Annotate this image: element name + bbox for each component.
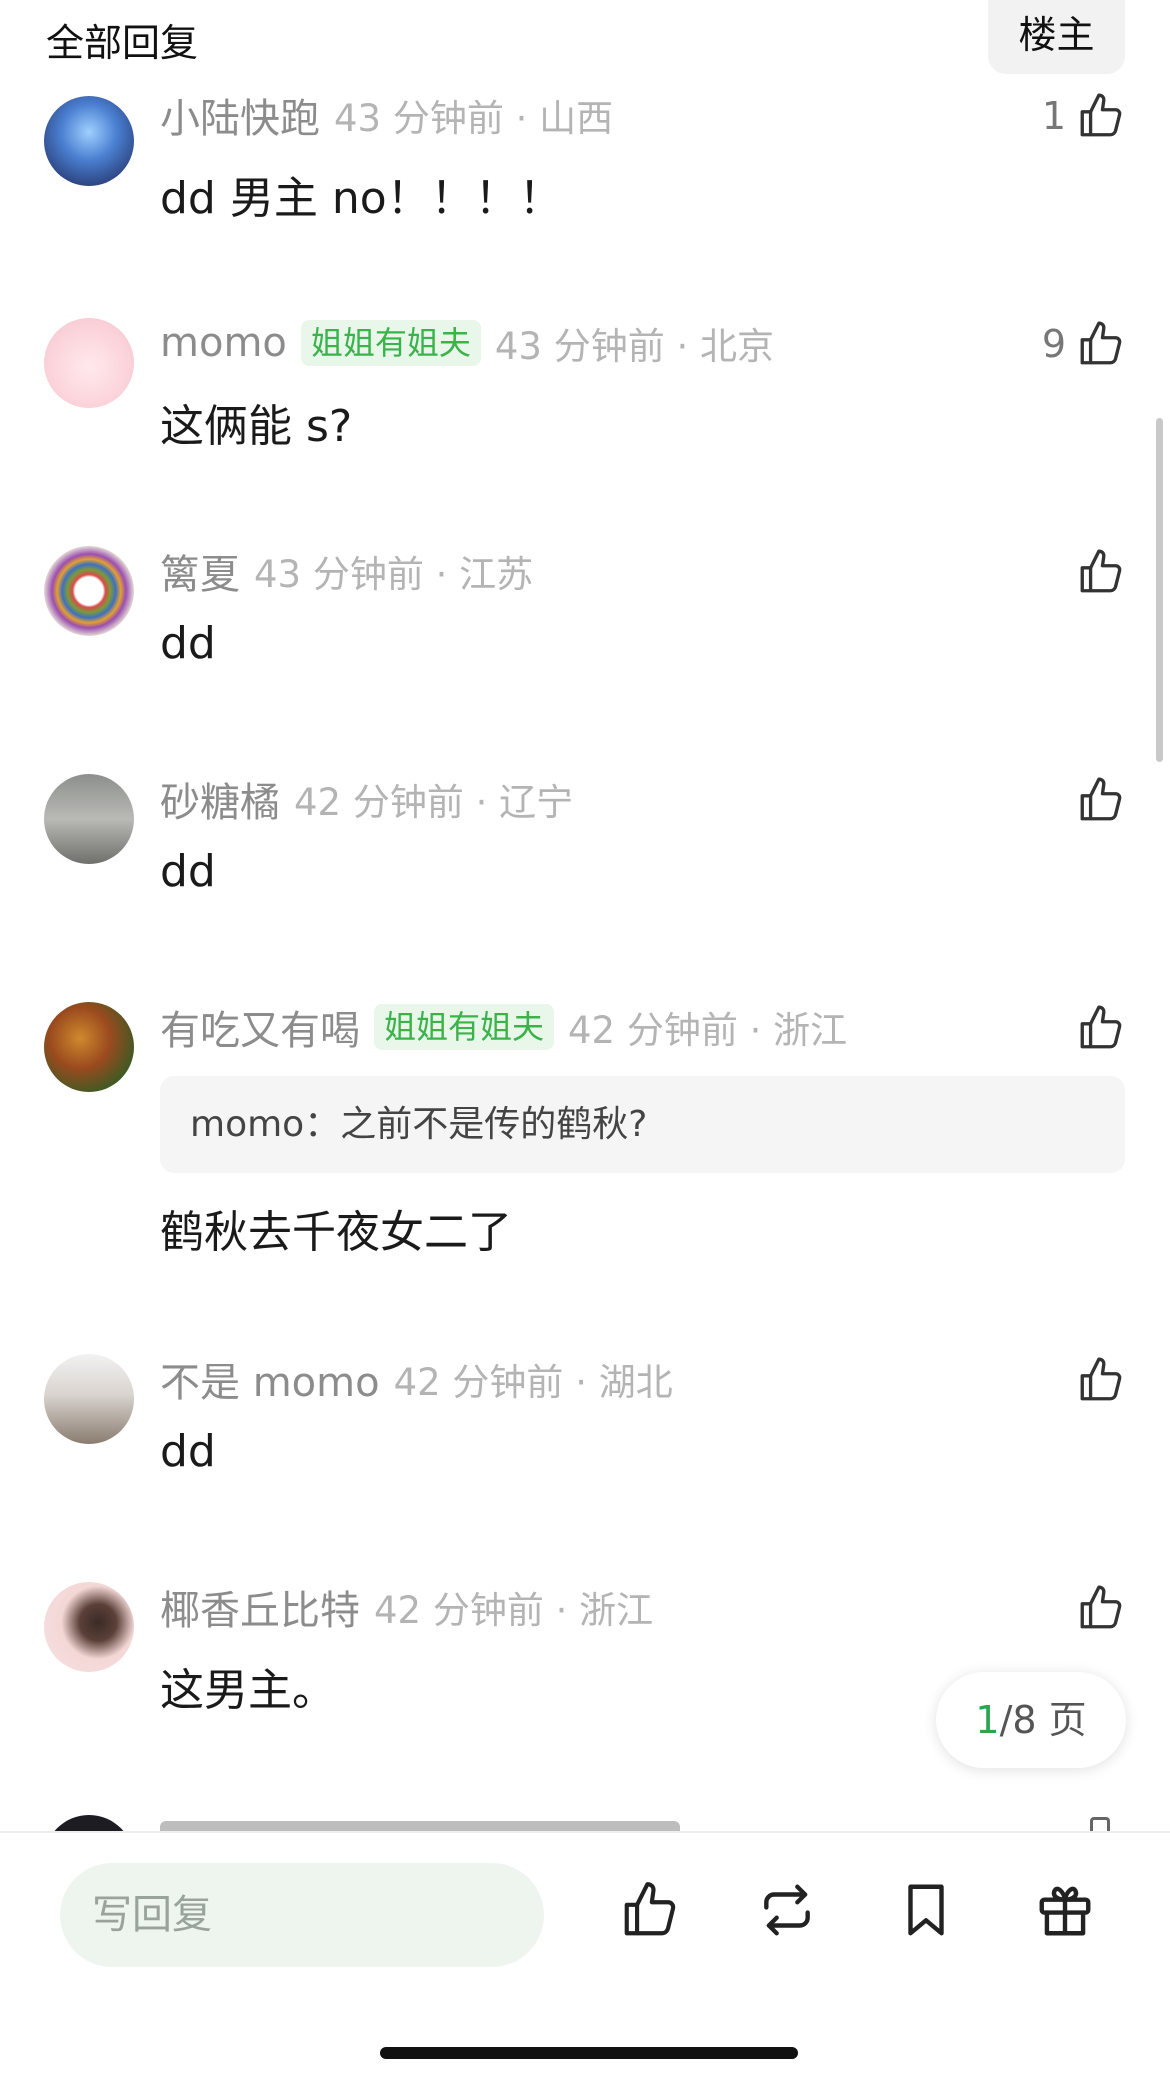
- avatar[interactable]: [44, 1002, 134, 1092]
- thumbs-up-icon[interactable]: [619, 1879, 681, 1941]
- current-page: 1: [975, 1698, 1000, 1742]
- thumbs-up-icon: [1080, 1357, 1122, 1401]
- page-indicator[interactable]: 1/8 页: [936, 1672, 1126, 1768]
- like-button[interactable]: 1: [1042, 90, 1126, 142]
- comment-item: 小陆快跑 43 分钟前 · 山西 1 dd 男主 no！！！！: [0, 90, 1170, 280]
- thumbs-up-icon: [1090, 1817, 1110, 1831]
- comment-item: 砂糖橘 42 分钟前 · 辽宁 dd: [0, 774, 1170, 964]
- next-comment-partial: [0, 1815, 1170, 1831]
- comment-author[interactable]: 砂糖橘: [160, 770, 280, 828]
- comment-item: momo 姐姐有姐夫 43 分钟前 · 北京 9 这俩能 s?: [0, 318, 1170, 508]
- avatar[interactable]: [44, 1354, 134, 1444]
- avatar[interactable]: [44, 318, 134, 408]
- comment-time-location: 42 分钟前 · 浙江: [568, 1009, 848, 1052]
- like-count: 9: [1041, 322, 1066, 366]
- like-button[interactable]: [1076, 1354, 1126, 1406]
- comment-text: dd 男主 no！！！！: [160, 173, 563, 224]
- thumbs-up-icon: [1080, 777, 1122, 821]
- fan-badge: 姐姐有姐夫: [300, 320, 481, 366]
- comment-time-location: 43 分钟前 · 山西: [334, 97, 614, 140]
- like-button[interactable]: [1076, 546, 1126, 598]
- like-button[interactable]: 9: [1042, 318, 1126, 370]
- comment-author[interactable]: 小陆快跑: [160, 86, 320, 144]
- home-indicator: [380, 2047, 798, 2059]
- bottom-action-bar: 写回复: [0, 1831, 1170, 2076]
- replies-header: 全部回复 楼主: [0, 0, 1170, 78]
- op-only-button[interactable]: 楼主: [988, 0, 1125, 74]
- thumbs-up-icon: [1080, 549, 1122, 593]
- comment-item: 篱夏 43 分钟前 · 江苏 dd: [0, 546, 1170, 736]
- repost-icon[interactable]: [756, 1879, 818, 1941]
- quoted-reply[interactable]: momo：之前不是传的鹤秋?: [160, 1076, 1125, 1173]
- bookmark-icon[interactable]: [895, 1879, 957, 1941]
- avatar[interactable]: [44, 1582, 134, 1672]
- like-button[interactable]: [1076, 774, 1126, 826]
- avatar[interactable]: [44, 96, 134, 186]
- comment-author[interactable]: 椰香丘比特: [160, 1578, 360, 1636]
- thumbs-up-icon: [1080, 321, 1122, 365]
- comment-time-location: 43 分钟前 · 江苏: [254, 553, 534, 596]
- total-pages: /8 页: [999, 1698, 1087, 1742]
- comment-author[interactable]: momo: [160, 320, 287, 366]
- thumbs-up-icon: [1080, 93, 1122, 137]
- comment-author[interactable]: 不是 momo: [160, 1350, 380, 1408]
- avatar[interactable]: [44, 546, 134, 636]
- cut-off-meta: [160, 1821, 680, 1831]
- comment-text: 这俩能 s?: [160, 401, 353, 452]
- comment-time-location: 42 分钟前 · 浙江: [374, 1589, 654, 1632]
- comment-time-location: 42 分钟前 · 湖北: [393, 1361, 673, 1404]
- comment-item: 不是 momo 42 分钟前 · 湖北 dd: [0, 1354, 1170, 1544]
- comment-text: 这男主。: [160, 1665, 336, 1716]
- avatar: [44, 1815, 134, 1831]
- fan-badge: 姐姐有姐夫: [374, 1004, 555, 1050]
- reply-input[interactable]: 写回复: [60, 1863, 544, 1967]
- comment-text: dd: [160, 618, 216, 669]
- like-count: 1: [1041, 94, 1066, 138]
- scrollbar[interactable]: [1156, 418, 1163, 762]
- like-button[interactable]: [1076, 1002, 1126, 1054]
- comment-text: dd: [160, 846, 216, 897]
- thumbs-up-icon: [1080, 1005, 1122, 1049]
- avatar[interactable]: [44, 774, 134, 864]
- comment-text: 鹤秋去千夜女二了: [160, 1207, 512, 1258]
- comment-time-location: 43 分钟前 · 北京: [494, 325, 775, 368]
- comment-author[interactable]: 篱夏: [160, 542, 240, 600]
- page-title: 全部回复: [46, 21, 199, 65]
- like-button[interactable]: [1076, 1582, 1126, 1634]
- comment-time-location: 42 分钟前 · 辽宁: [294, 781, 574, 824]
- gift-icon[interactable]: [1034, 1879, 1096, 1941]
- comment-author[interactable]: 有吃又有喝: [160, 998, 360, 1056]
- thumbs-up-icon: [1080, 1585, 1122, 1629]
- comment-text: dd: [160, 1426, 216, 1477]
- comment-item: 有吃又有喝 姐姐有姐夫 42 分钟前 · 浙江 momo：之前不是传的鹤秋? 鹤…: [0, 1002, 1170, 1302]
